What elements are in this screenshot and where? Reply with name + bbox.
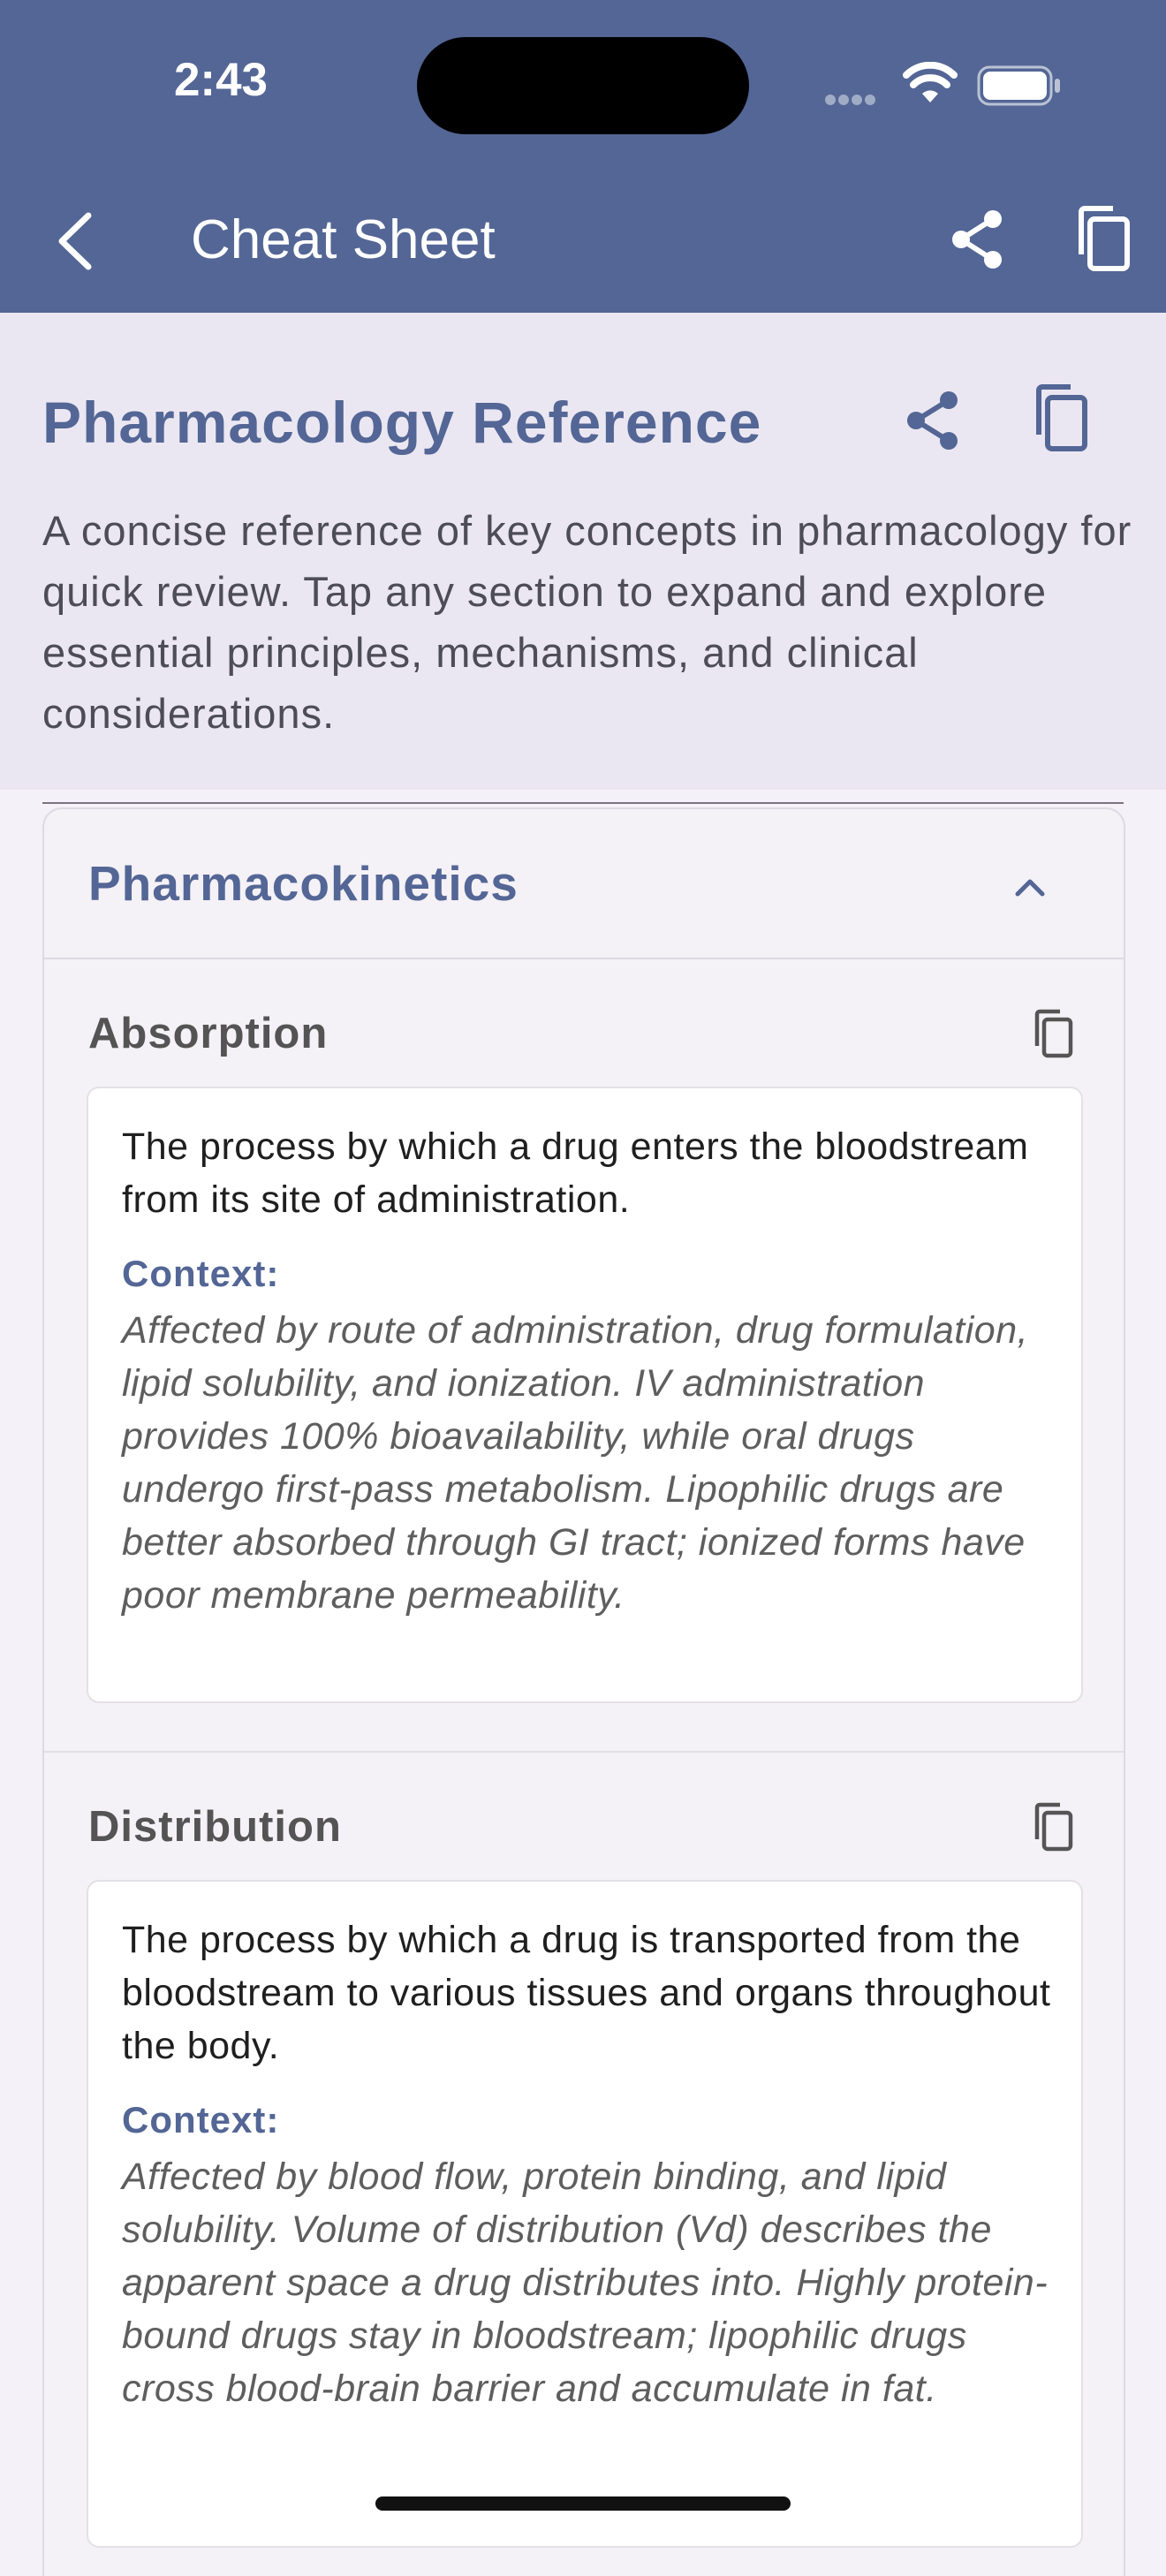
home-indicator bbox=[375, 2496, 791, 2511]
copy-sheet-button[interactable] bbox=[1028, 383, 1090, 452]
section-pharmacokinetics: Pharmacokinetics Absorption The process … bbox=[42, 807, 1125, 2576]
entry-distribution: Distribution The process by which a drug… bbox=[44, 1753, 1124, 2548]
share-sheet-button[interactable] bbox=[901, 389, 965, 452]
entry-title: Absorption bbox=[88, 1010, 329, 1057]
share-button[interactable] bbox=[947, 208, 1009, 270]
divider bbox=[42, 802, 1124, 804]
app-bar-title: Cheat Sheet bbox=[191, 209, 496, 270]
copy-entry-button[interactable] bbox=[1030, 1802, 1074, 1852]
wifi-icon bbox=[903, 62, 958, 102]
entry-card: The process by which a drug is transport… bbox=[87, 1880, 1083, 2548]
dynamic-island bbox=[417, 37, 749, 134]
app-bar: 2:43 Cheat Sheet bbox=[0, 0, 1166, 313]
sheet-description: A concise reference of key concepts in p… bbox=[42, 507, 1132, 737]
sheet-title: Pharmacology Reference bbox=[42, 390, 762, 455]
entry-absorption: Absorption The process by which a drug e… bbox=[44, 959, 1124, 1751]
sheet-header: Pharmacology Reference A concise referen… bbox=[0, 313, 1166, 790]
entry-title: Distribution bbox=[88, 1803, 342, 1851]
copy-button[interactable] bbox=[1071, 205, 1132, 272]
copy-entry-button[interactable] bbox=[1030, 1009, 1074, 1058]
context-text: Affected by route of administration, dru… bbox=[122, 1309, 1029, 1617]
section-header[interactable]: Pharmacokinetics bbox=[44, 809, 1124, 959]
cellular-signal-icon bbox=[825, 94, 878, 110]
context-label: Context: bbox=[122, 1253, 280, 1294]
entry-card: The process by which a drug enters the b… bbox=[87, 1087, 1083, 1703]
status-time: 2:43 bbox=[173, 54, 269, 106]
entry-definition: The process by which a drug is transport… bbox=[122, 1919, 1051, 2067]
battery-icon bbox=[977, 65, 1060, 106]
context-label: Context: bbox=[122, 2099, 280, 2140]
context-text: Affected by blood flow, protein binding,… bbox=[122, 2156, 1049, 2410]
section-title: Pharmacokinetics bbox=[88, 856, 519, 911]
chevron-up-icon[interactable] bbox=[1011, 868, 1049, 906]
entry-definition: The process by which a drug enters the b… bbox=[122, 1125, 1029, 1221]
back-button[interactable] bbox=[49, 210, 102, 272]
